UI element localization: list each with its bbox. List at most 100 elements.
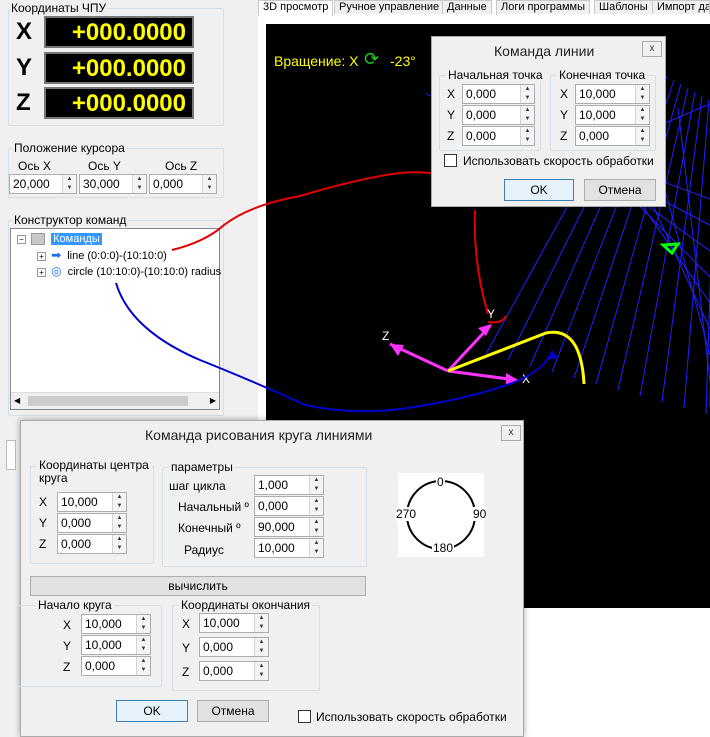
line-speed-label: Использовать скорость обработки xyxy=(463,154,654,168)
circle-end-x-input[interactable]: 10,000 ▲ ▼ xyxy=(199,613,269,633)
circle-dialog: Команда рисования круга линиями x Коорди… xyxy=(17,420,524,737)
tree-item-circle[interactable]: + ◎ circle (10:10:0)-(10:10:0) radius xyxy=(37,264,221,279)
circle-ok-button[interactable]: OK xyxy=(116,700,188,722)
cnc-z-display: +000.0000 xyxy=(44,87,194,119)
spin-arrows-icon[interactable]: ▲ ▼ xyxy=(254,662,268,680)
circle-center-z-input[interactable]: 0,000 ▲ ▼ xyxy=(57,534,127,554)
dial-label-top: 0 xyxy=(436,475,445,489)
scroll-thumb[interactable] xyxy=(28,396,188,406)
circle-start-y-input[interactable]: 10,000 ▲ ▼ xyxy=(81,635,151,655)
collapse-icon[interactable]: − xyxy=(17,234,26,244)
compute-button[interactable]: вычислить xyxy=(30,576,366,596)
rotate-icon[interactable]: ⟳ xyxy=(364,49,379,69)
spin-arrows-icon[interactable]: ▲ ▼ xyxy=(635,85,649,103)
command-tree[interactable]: − Команды + ➡ line (0:0:0)-(10:10:0) + ◎… xyxy=(10,228,221,410)
line-dialog-title: Команда линии xyxy=(494,43,595,59)
spin-arrows-icon[interactable]: ▲ ▼ xyxy=(254,638,268,656)
circle-center-y-input[interactable]: 0,000 ▲ ▼ xyxy=(57,513,127,533)
expand-icon[interactable]: + xyxy=(37,267,46,277)
circle-center-title: Координаты центра круга xyxy=(37,459,152,485)
tree-root-label[interactable]: Команды xyxy=(51,233,102,245)
spin-arrows-icon[interactable]: ▲ ▼ xyxy=(112,514,126,532)
circle-end-z-input[interactable]: 0,000 ▲ ▼ xyxy=(199,661,269,681)
scroll-right-icon[interactable]: ▶ xyxy=(210,396,216,405)
cursor-z-label: Ось Z xyxy=(165,159,198,173)
circle-start-angle-input[interactable]: 0,000 ▲ ▼ xyxy=(254,496,324,516)
circle-end-title: Координаты окончания xyxy=(179,598,313,612)
axis-label-y: Y xyxy=(487,307,496,321)
line-dialog: Команда линии x Начальная точка X 0,000 ▲… xyxy=(431,36,666,207)
circle-center-y-label: Y xyxy=(39,516,48,530)
tree-item-line[interactable]: + ➡ line (0:0:0)-(10:10:0) xyxy=(37,248,167,263)
expand-icon[interactable]: + xyxy=(37,251,46,261)
spin-arrows-icon[interactable]: ▲ ▼ xyxy=(635,127,649,145)
close-icon[interactable]: x xyxy=(642,41,662,57)
spin-arrows-icon[interactable]: ▲ ▼ xyxy=(309,476,323,494)
spin-arrows-icon[interactable]: ▲ ▼ xyxy=(136,615,150,633)
line-start-x-input[interactable]: 0,000 ▲ ▼ xyxy=(462,84,535,104)
spin-arrows-icon[interactable]: ▲ ▼ xyxy=(520,106,534,124)
spin-arrows-icon[interactable]: ▲ ▼ xyxy=(136,636,150,654)
circle-end-y-input[interactable]: 0,000 ▲ ▼ xyxy=(199,637,269,657)
spin-arrows-icon[interactable]: ▲ ▼ xyxy=(112,493,126,511)
line-start-y-input[interactable]: 0,000 ▲ ▼ xyxy=(462,105,535,125)
circle-speed-checkbox[interactable] xyxy=(298,710,311,723)
spin-arrows-icon[interactable]: ▲ ▼ xyxy=(62,175,76,193)
axis-letter-z: Z xyxy=(16,89,31,116)
tab-3d-view[interactable]: 3D просмотр xyxy=(258,0,334,16)
axis-z-arrow xyxy=(389,342,449,373)
cursor-position-title: Положение курсора xyxy=(12,141,127,155)
cursor-y-input[interactable]: 30,000 ▲ ▼ xyxy=(79,174,147,194)
line-end-x-input[interactable]: 10,000 ▲ ▼ xyxy=(575,84,650,104)
spin-arrows-icon[interactable]: ▲ ▼ xyxy=(254,614,268,632)
line-start-z-input[interactable]: 0,000 ▲ ▼ xyxy=(462,126,535,146)
spin-arrows-icon[interactable]: ▲ ▼ xyxy=(635,106,649,124)
line-start-title: Начальная точка xyxy=(446,68,545,82)
circle-radius-label: Радиус xyxy=(184,543,224,557)
axis-label-z: Z xyxy=(382,329,390,343)
line-end-y-input[interactable]: 10,000 ▲ ▼ xyxy=(575,105,650,125)
line-ok-button[interactable]: OK xyxy=(504,179,574,201)
circle-start-z-input[interactable]: 0,000 ▲ ▼ xyxy=(81,656,151,676)
line-speed-checkbox[interactable] xyxy=(444,154,457,167)
spin-arrows-icon[interactable]: ▲ ▼ xyxy=(202,175,216,193)
circle-center-x-input[interactable]: 10,000 ▲ ▼ xyxy=(57,492,127,512)
tab-templates[interactable]: Шаблоны xyxy=(594,0,653,14)
cursor-z-input[interactable]: 0,000 ▲ ▼ xyxy=(149,174,217,194)
spin-arrows-icon[interactable]: ▲ ▼ xyxy=(112,535,126,553)
circle-step-label: шаг цикла xyxy=(169,479,226,493)
circle-speed-label: Использовать скорость обработки xyxy=(316,710,507,724)
tab-program-logs[interactable]: Логи программы xyxy=(496,0,591,14)
spin-arrows-icon[interactable]: ▲ ▼ xyxy=(309,518,323,536)
left-lower-stub xyxy=(6,440,16,470)
line-end-z-label: Z xyxy=(560,129,568,143)
tab-data[interactable]: Данные xyxy=(442,0,492,14)
line-end-x-label: X xyxy=(560,87,569,101)
scroll-left-icon[interactable]: ◀ xyxy=(14,396,20,405)
tree-hscrollbar[interactable]: ◀ ▶ xyxy=(11,392,219,409)
circle-dialog-title: Команда рисования круга линиями xyxy=(145,427,373,443)
circle-end-angle-input[interactable]: 90,000 ▲ ▼ xyxy=(254,517,324,537)
tab-manual-control[interactable]: Ручное управление xyxy=(334,0,445,14)
circle-step-input[interactable]: 1,000 ▲ ▼ xyxy=(254,475,324,495)
spin-arrows-icon[interactable]: ▲ ▼ xyxy=(136,657,150,675)
line-end-z-input[interactable]: 0,000 ▲ ▼ xyxy=(575,126,650,146)
circle-start-z-label: Z xyxy=(63,660,71,674)
yellow-line xyxy=(447,331,547,373)
circle-cancel-button[interactable]: Отмена xyxy=(197,700,269,722)
spin-arrows-icon[interactable]: ▲ ▼ xyxy=(309,539,323,557)
close-icon[interactable]: x xyxy=(501,425,521,441)
cnc-y-display: +000.0000 xyxy=(44,52,194,84)
tab-import[interactable]: Импорт да xyxy=(652,0,710,14)
circle-radius-input[interactable]: 10,000 ▲ ▼ xyxy=(254,538,324,558)
cursor-x-input[interactable]: 20,000 ▲ ▼ xyxy=(9,174,77,194)
command-builder-title: Конструктор команд xyxy=(12,213,129,227)
spin-arrows-icon[interactable]: ▲ ▼ xyxy=(520,85,534,103)
spin-arrows-icon[interactable]: ▲ ▼ xyxy=(132,175,146,193)
spin-arrows-icon[interactable]: ▲ ▼ xyxy=(309,497,323,515)
circle-center-x-label: X xyxy=(39,495,48,509)
spin-arrows-icon[interactable]: ▲ ▼ xyxy=(520,127,534,145)
tree-root[interactable]: − Команды xyxy=(17,232,102,246)
circle-start-x-input[interactable]: 10,000 ▲ ▼ xyxy=(81,614,151,634)
line-cancel-button[interactable]: Отмена xyxy=(584,179,656,201)
